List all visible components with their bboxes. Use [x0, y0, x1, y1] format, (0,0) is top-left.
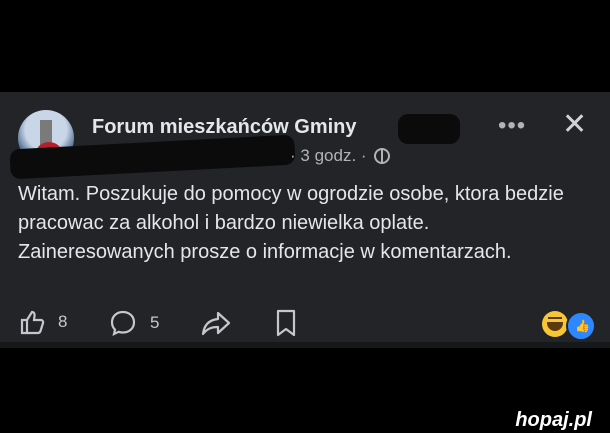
reactions-summary[interactable]: 👍 — [542, 311, 596, 341]
like-emoji-icon: 👍 — [566, 311, 596, 341]
like-button[interactable]: 8 — [18, 308, 67, 336]
redaction-mark — [398, 114, 460, 144]
globe-icon — [374, 148, 391, 164]
comment-icon — [110, 310, 136, 336]
post-time[interactable]: 3 godz. — [300, 146, 356, 165]
group-name[interactable]: Forum mieszkańców Gminy — [92, 116, 357, 139]
meta-dot: · — [360, 146, 367, 165]
watermark-text: hopaj.pl — [515, 409, 592, 431]
share-button[interactable] — [200, 308, 232, 338]
comment-count: 5 — [150, 313, 160, 332]
like-count: 8 — [58, 312, 68, 331]
divider — [0, 342, 610, 348]
haha-emoji-icon — [542, 311, 568, 337]
thumbs-up-icon — [20, 310, 45, 335]
comment-button[interactable]: 5 — [108, 308, 159, 338]
watermark: hopaj.pl — [515, 409, 592, 432]
share-icon — [201, 311, 231, 336]
more-options-button[interactable]: ••• — [498, 112, 526, 140]
post-text: Witam. Poszukuje do pomocy w ogrodzie os… — [18, 183, 564, 263]
post-meta: · 3 godz. · — [290, 146, 391, 166]
save-button[interactable] — [274, 308, 298, 338]
meta-dot: · — [290, 146, 296, 165]
bookmark-icon — [276, 309, 296, 337]
close-button[interactable]: ✕ — [562, 110, 587, 140]
